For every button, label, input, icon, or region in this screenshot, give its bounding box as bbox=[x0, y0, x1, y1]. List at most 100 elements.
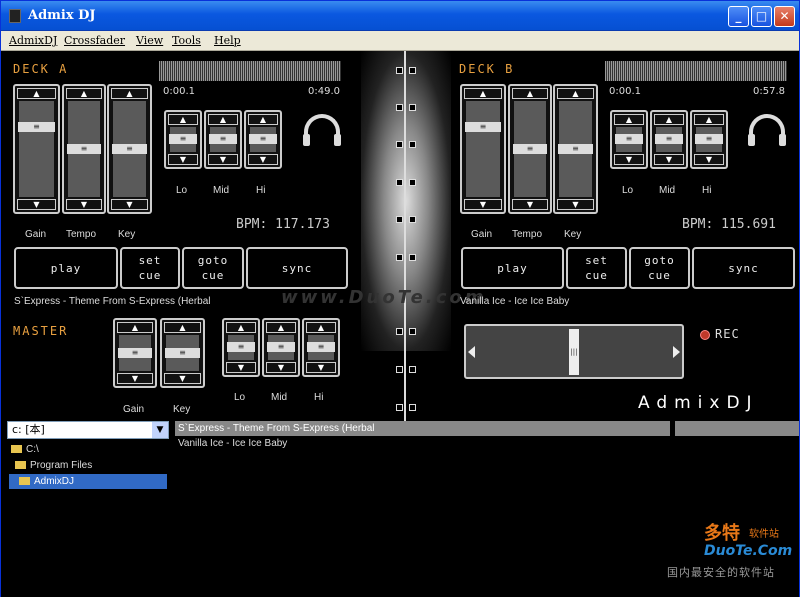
deck-a-eq-mid[interactable]: ▲ ≡ ▼ bbox=[204, 110, 242, 169]
deck-b-eq-lo[interactable]: ▲ ≡ ▼ bbox=[610, 110, 648, 169]
deck-b-play-button[interactable]: play bbox=[461, 247, 564, 289]
crossfader-left-arrow-icon[interactable] bbox=[468, 346, 475, 358]
app-window: Admix DJ _ □ ✕ AdmixDJ Crossfader View T… bbox=[0, 0, 800, 597]
deck-b-eq-hi[interactable]: ▲ ≡ ▼ bbox=[690, 110, 728, 169]
deck-b-total: 0:57.8 bbox=[753, 86, 785, 97]
deck-a-headphone-icon[interactable] bbox=[303, 114, 341, 146]
deck-a-lo-label: Lo bbox=[176, 185, 188, 196]
tree-item-label: C:\ bbox=[26, 444, 39, 455]
tree-item-label: Program Files bbox=[30, 460, 93, 471]
waveform-marker bbox=[396, 104, 403, 111]
master-gain-fader[interactable]: ▲ ≡ ▼ bbox=[113, 318, 157, 388]
record-label[interactable]: REC bbox=[715, 327, 740, 341]
master-eq-mid[interactable]: ▲ ≡ ▼ bbox=[262, 318, 300, 377]
deck-b-waveform[interactable] bbox=[605, 61, 787, 81]
deck-b-eq-mid[interactable]: ▲ ≡ ▼ bbox=[650, 110, 688, 169]
master-mid-label: Mid bbox=[271, 392, 288, 403]
watermark-url: DuoTe.Com bbox=[704, 543, 793, 559]
waveform-marker bbox=[409, 179, 416, 186]
list-item[interactable]: Vanilla Ice - Ice Ice Baby bbox=[175, 436, 670, 451]
deck-a-eq-hi[interactable]: ▲ ≡ ▼ bbox=[244, 110, 282, 169]
master-lo-label: Lo bbox=[234, 392, 246, 403]
crossfader-right-arrow-icon[interactable] bbox=[673, 346, 680, 358]
master-key-fader[interactable]: ▲ ≡ ▼ bbox=[160, 318, 205, 388]
deck-a-eq-lo[interactable]: ▲ ≡ ▼ bbox=[164, 110, 202, 169]
tree-item-label: AdmixDJ bbox=[34, 476, 75, 487]
waveform-marker bbox=[409, 254, 416, 261]
deck-b-sync-button[interactable]: sync bbox=[692, 247, 795, 289]
deck-a-goto-cue-button[interactable]: goto cue bbox=[182, 247, 244, 289]
chevron-down-icon[interactable]: ▼ bbox=[152, 422, 168, 438]
deck-a-hi-label: Hi bbox=[256, 185, 266, 196]
tree-item-c[interactable]: C:\ bbox=[11, 442, 39, 457]
deck-b-gain-fader[interactable]: ▲ ≡ ▼ bbox=[460, 84, 506, 214]
folder-icon bbox=[15, 461, 26, 470]
master-eq-hi[interactable]: ▲ ≡ ▼ bbox=[302, 318, 340, 377]
menu-admixdj[interactable]: AdmixDJ bbox=[9, 34, 57, 47]
crossfader-slider[interactable]: ||| bbox=[464, 324, 684, 379]
deck-a-elapsed: 0:00.1 bbox=[163, 86, 195, 97]
deck-a-gain-fader[interactable]: ▲ ≡ ▼ bbox=[13, 84, 60, 214]
app-icon bbox=[9, 9, 21, 23]
mixer-panel: www.DuoTe.com DECK A 0:00.1 0:49.0 ▲ ≡ ▼ ▲… bbox=[1, 51, 799, 597]
playlist: S`Express - Theme From S-Express (Herbal… bbox=[175, 421, 670, 597]
master-gain-label: Gain bbox=[123, 404, 145, 415]
deck-a-bpm: BPM: 117.173 bbox=[236, 217, 330, 232]
deck-a-sync-button[interactable]: sync bbox=[246, 247, 348, 289]
waveform-marker bbox=[396, 254, 403, 261]
drive-select[interactable]: c: [本] ▼ bbox=[7, 421, 169, 439]
watermark-logo: 多特 bbox=[704, 523, 740, 544]
master-hi-label: Hi bbox=[314, 392, 324, 403]
record-icon[interactable] bbox=[700, 330, 710, 340]
waveform-marker bbox=[396, 141, 403, 148]
minimize-button[interactable]: _ bbox=[728, 6, 749, 27]
deck-b-mid-label: Mid bbox=[659, 185, 676, 196]
master-key-label: Key bbox=[173, 404, 191, 415]
deck-b-key-fader[interactable]: ▲ ≡ ▼ bbox=[553, 84, 598, 214]
playhead-line bbox=[404, 51, 406, 421]
window-title: Admix DJ bbox=[28, 8, 96, 23]
title-bar[interactable]: Admix DJ _ □ ✕ bbox=[1, 1, 799, 31]
menu-tools[interactable]: Tools bbox=[172, 34, 201, 47]
watermark-slogan: 国内最安全的软件站 bbox=[667, 566, 775, 579]
deck-a-track-title: S`Express - Theme From S-Express (Herbal bbox=[14, 296, 211, 307]
waveform-marker bbox=[409, 104, 416, 111]
master-eq-lo[interactable]: ▲ ≡ ▼ bbox=[222, 318, 260, 377]
tree-item-admixdj[interactable]: AdmixDJ bbox=[9, 474, 167, 489]
waveform-marker bbox=[409, 141, 416, 148]
list-item[interactable]: S`Express - Theme From S-Express (Herbal bbox=[175, 421, 670, 436]
deck-b-set-cue-button[interactable]: set cue bbox=[566, 247, 627, 289]
deck-b-elapsed: 0:00.1 bbox=[609, 86, 641, 97]
deck-b-hi-label: Hi bbox=[702, 185, 712, 196]
deck-a-key-fader[interactable]: ▲ ≡ ▼ bbox=[107, 84, 152, 214]
info-pane-header bbox=[675, 421, 799, 436]
deck-b-tempo-fader[interactable]: ▲ ≡ ▼ bbox=[508, 84, 552, 214]
tree-item-program-files[interactable]: Program Files bbox=[15, 458, 92, 473]
waveform-marker bbox=[396, 67, 403, 74]
folder-icon bbox=[11, 445, 22, 454]
deck-b-goto-cue-button[interactable]: goto cue bbox=[629, 247, 690, 289]
menu-view[interactable]: View bbox=[136, 34, 163, 47]
waveform-marker bbox=[409, 216, 416, 223]
maximize-button[interactable]: □ bbox=[751, 6, 772, 27]
menu-crossfader[interactable]: Crossfader bbox=[64, 34, 125, 47]
deck-a-tempo-fader[interactable]: ▲ ≡ ▼ bbox=[62, 84, 106, 214]
deck-a-gain-label: Gain bbox=[25, 229, 47, 240]
deck-b-track-title: Vanilla Ice - Ice Ice Baby bbox=[460, 296, 570, 307]
open-folder-icon bbox=[19, 477, 30, 486]
close-button[interactable]: ✕ bbox=[774, 6, 795, 27]
deck-a-key-label: Key bbox=[118, 229, 136, 240]
deck-a-waveform[interactable] bbox=[159, 61, 341, 81]
deck-b-headphone-icon[interactable] bbox=[748, 114, 786, 146]
deck-b-lo-label: Lo bbox=[622, 185, 634, 196]
menu-bar: AdmixDJ Crossfader View Tools Help bbox=[1, 31, 799, 51]
waveform-marker bbox=[396, 404, 403, 411]
center-watermark: www.DuoTe.com bbox=[281, 287, 487, 308]
deck-a-play-button[interactable]: play bbox=[14, 247, 118, 289]
deck-a-total: 0:49.0 bbox=[308, 86, 340, 97]
crossfader-handle[interactable]: ||| bbox=[569, 329, 579, 375]
menu-help[interactable]: Help bbox=[214, 34, 241, 47]
watermark-logo-small: 软件站 bbox=[749, 529, 779, 540]
brand-logo: AdmixDJ bbox=[638, 393, 759, 413]
deck-a-set-cue-button[interactable]: set cue bbox=[120, 247, 180, 289]
